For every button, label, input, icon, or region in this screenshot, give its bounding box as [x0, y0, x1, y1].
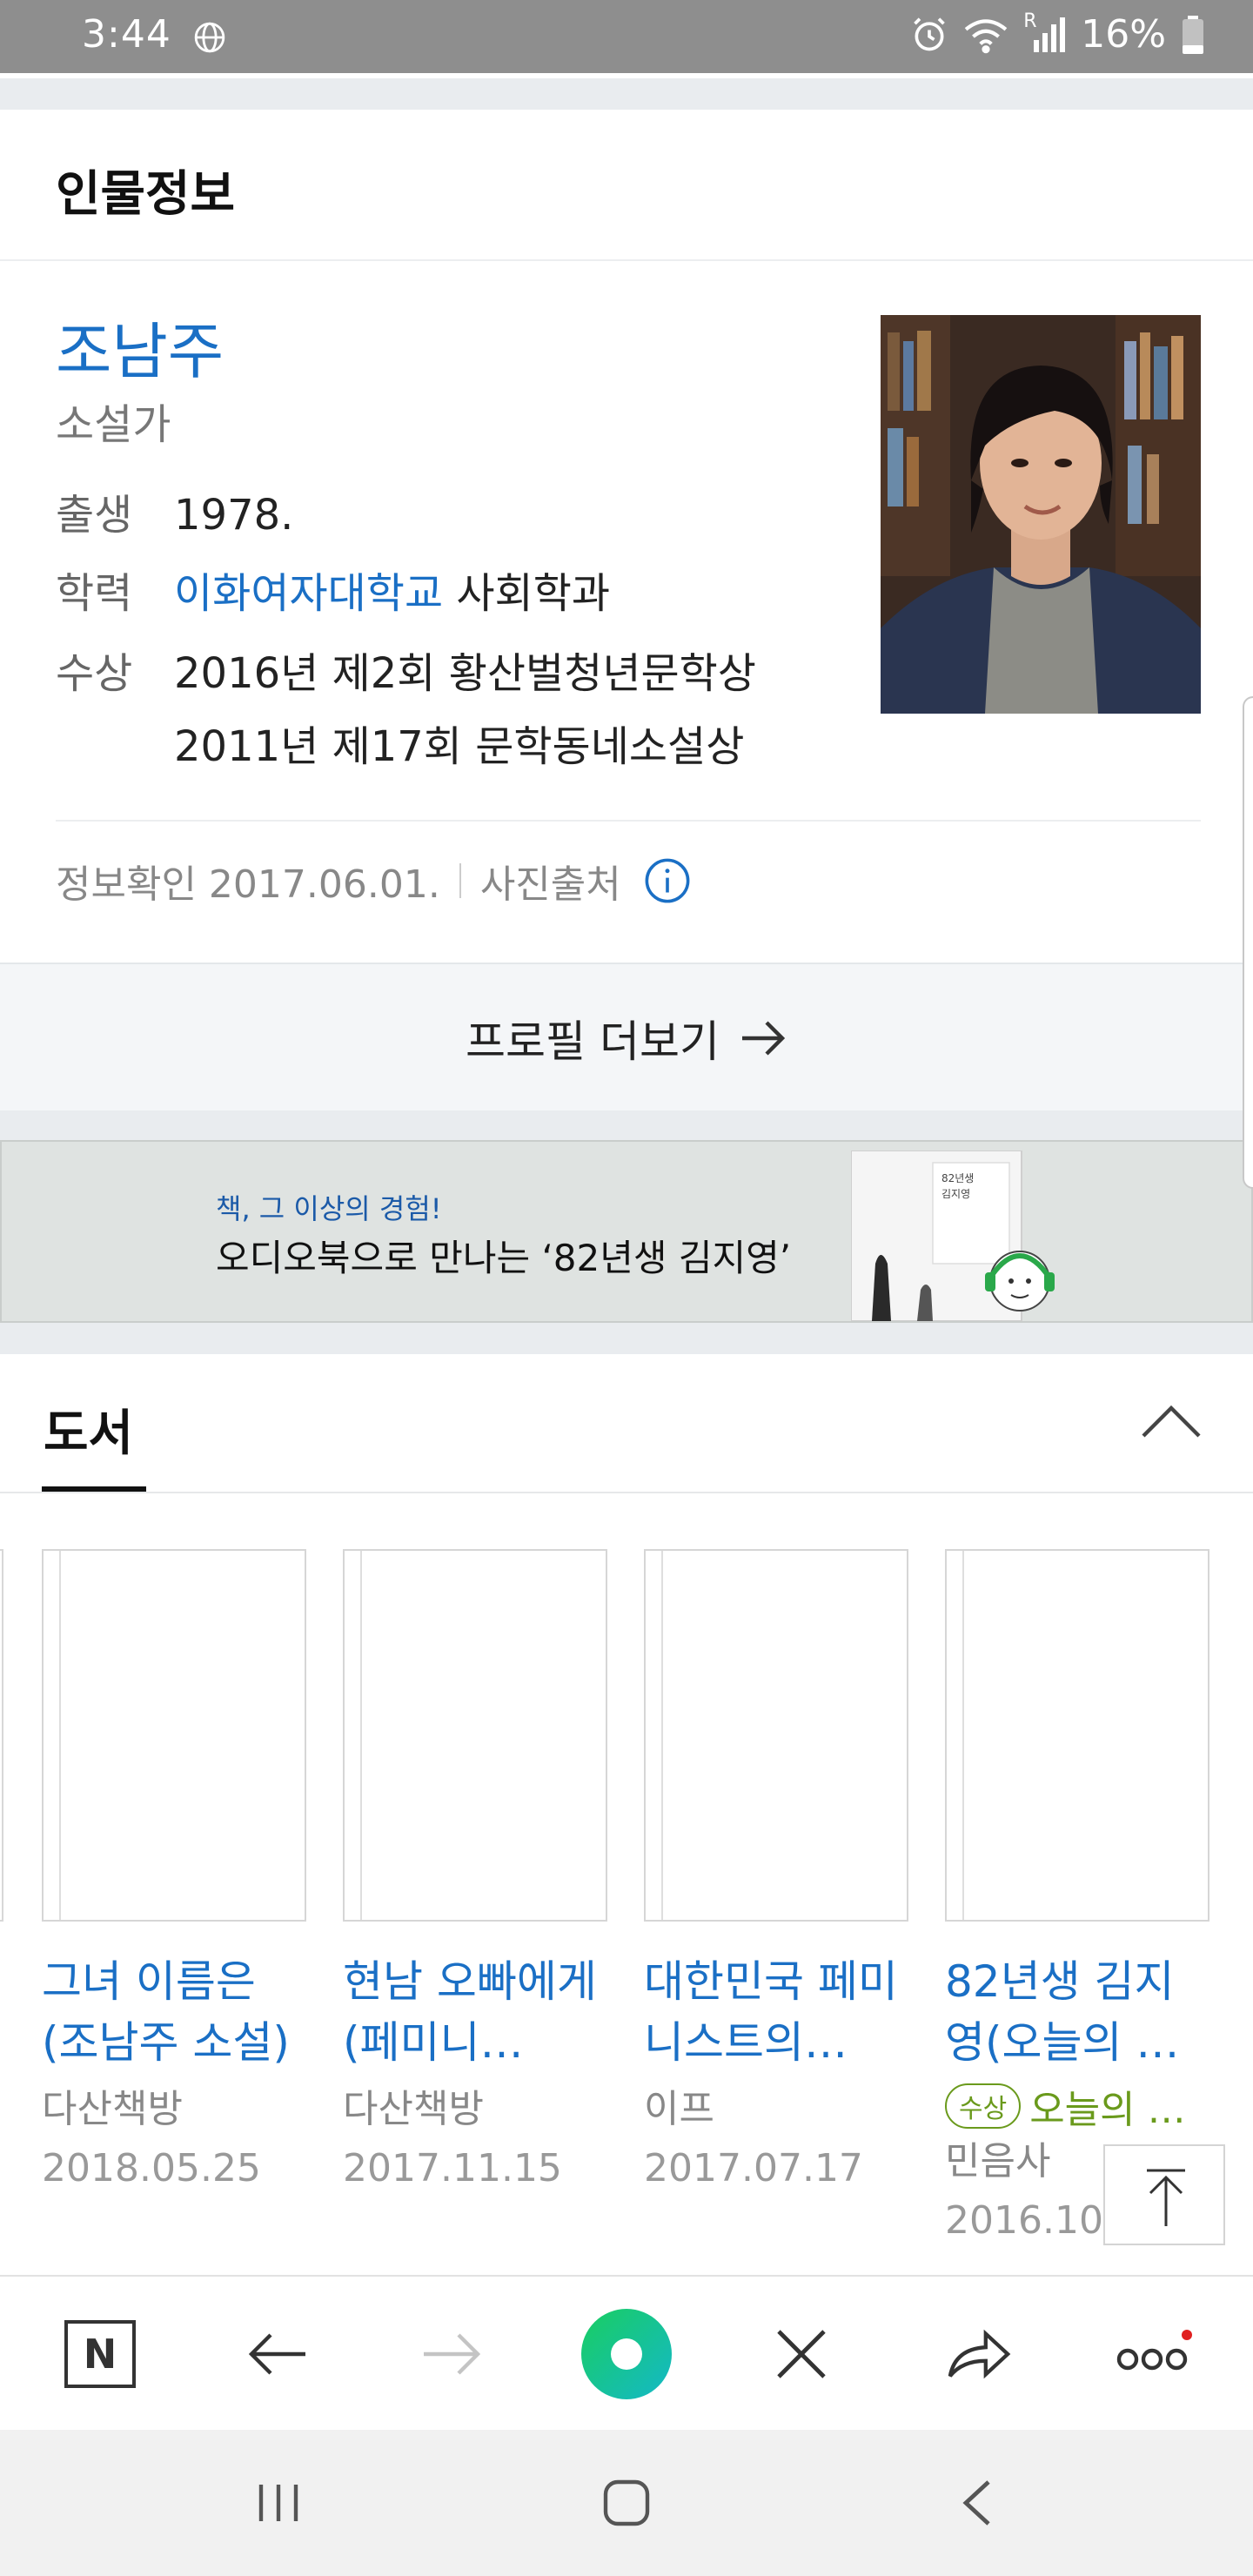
battery-percent: 16%	[1081, 12, 1166, 57]
awards-label: 수상	[56, 649, 133, 698]
meta-separator	[459, 863, 461, 898]
person-name[interactable]: 조남주	[56, 303, 224, 391]
education-label: 학력	[56, 569, 133, 618]
tab-active-underline	[42, 1486, 146, 1492]
book-card[interactable]: 그녀 이름은 (조남주 소설) 다산책방 2018.05.25	[42, 1549, 308, 2200]
photo-source: 사진출처	[479, 862, 621, 907]
book-title[interactable]: 그녀 이름은 (조남주 소설)	[42, 1951, 303, 2073]
more-menu-button[interactable]	[1105, 2277, 1201, 2432]
award-item: 2016년 제2회 황산벌청년문학상	[174, 649, 756, 698]
banner-book-author: 김지영	[941, 1188, 970, 1200]
page-top-gap	[0, 73, 1253, 110]
scroll-handle[interactable]	[1243, 696, 1253, 1189]
award-name: 오늘의 …	[1029, 2088, 1186, 2132]
home-button[interactable]	[583, 2430, 670, 2576]
award-item: 2011년 제17회 문학동네소설상	[174, 722, 745, 771]
award-row: 수상 오늘의 …	[945, 2078, 1206, 2134]
more-icon	[1116, 2330, 1192, 2371]
education-row: 학력 이화여자대학교 사회학과	[56, 557, 610, 630]
award-badge: 수상	[945, 2083, 1022, 2129]
status-bar: 3:44 R 16%	[0, 0, 1253, 73]
arrow-right-icon	[424, 2333, 481, 2375]
education-major: 사회학과	[456, 569, 611, 618]
naver-home-button[interactable]: N	[52, 2277, 148, 2432]
arrow-right-icon	[741, 1021, 786, 1056]
alarm-icon	[914, 17, 945, 50]
green-dot-button[interactable]	[574, 2277, 679, 2432]
recent-apps-icon	[258, 2485, 298, 2521]
person-occupation: 소설가	[56, 400, 171, 449]
book-publisher: 다산책방	[42, 2087, 183, 2131]
previous-book-edge	[0, 1549, 3, 1922]
globe-icon	[194, 22, 225, 53]
book-card[interactable]: 현남 오빠에게(페미니… 다산책방 2017.11.15	[343, 1549, 609, 2200]
banner-subtitle: 책, 그 이상의 경험!	[216, 1192, 442, 1225]
arrow-up-icon	[1147, 2169, 1185, 2226]
birth-value: 1978.	[174, 491, 294, 540]
book-cover[interactable]	[42, 1549, 306, 1922]
book-publisher: 다산책방	[343, 2087, 484, 2131]
battery-icon	[1183, 15, 1203, 54]
book-date: 2017.11.15	[343, 2146, 562, 2190]
book-cover[interactable]	[343, 1549, 607, 1922]
close-icon	[777, 2330, 826, 2378]
profile-divider	[56, 820, 1201, 822]
awards-row: 수상 2016년 제2회 황산벌청년문학상 2011년 제17회 문학동네소설상	[56, 637, 756, 783]
back-button[interactable]	[230, 2277, 325, 2432]
audiobook-banner[interactable]: 책, 그 이상의 경험! 오디오북으로 만나는 ‘82년생 김지영’ 82년생 …	[0, 1140, 1253, 1323]
section-gap	[0, 1110, 1253, 1140]
profile-card: 조남주 소설가 출생 1978. 학력 이화여자대학교 사회학과 수상 2016…	[0, 261, 1253, 963]
banner-title: 오디오북으로 만나는 ‘82년생 김지영’	[216, 1237, 792, 1279]
profile-section-title: 인물정보	[56, 166, 236, 223]
book-title[interactable]: 현남 오빠에게(페미니…	[343, 1951, 604, 2073]
banner-book-illustration: 82년생 김지영	[851, 1150, 1055, 1321]
profile-section-header: 인물정보	[0, 110, 1253, 261]
naver-icon: N	[64, 2320, 136, 2388]
more-profile-button[interactable]: 프로필 더보기	[0, 963, 1253, 1110]
book-publisher: 이프	[644, 2087, 714, 2131]
arrow-left-icon	[248, 2333, 305, 2375]
books-carousel[interactable]: 그녀 이름은 (조남주 소설) 다산책방 2018.05.25 현남 오빠에게(…	[0, 1493, 1253, 2277]
book-cover[interactable]	[644, 1549, 908, 1922]
profile-meta: 정보확인 2017.06.01. 사진출처	[56, 853, 691, 909]
birth-row: 출생 1978.	[56, 479, 293, 552]
system-navigation-bar	[0, 2430, 1253, 2576]
section-gap	[0, 1323, 1253, 1354]
book-card[interactable]: 대한민국 페미니스트의… 이프 2017.07.17	[644, 1549, 910, 2200]
book-cover[interactable]	[945, 1549, 1209, 1922]
chevron-left-icon	[962, 2480, 990, 2526]
more-profile-label: 프로필 더보기	[466, 1016, 720, 1067]
scroll-to-top-button[interactable]	[1103, 2144, 1225, 2245]
book-title[interactable]: 대한민국 페미니스트의…	[644, 1951, 905, 2073]
forward-button[interactable]	[404, 2277, 499, 2432]
chevron-up-icon[interactable]	[1140, 1401, 1203, 1443]
notification-dot	[1182, 2330, 1192, 2340]
book-date: 2018.05.25	[42, 2146, 261, 2190]
banner-book-title: 82년생	[941, 1172, 974, 1184]
tab-books[interactable]: 도서	[44, 1394, 133, 1465]
system-back-button[interactable]	[933, 2430, 1020, 2576]
share-button[interactable]	[931, 2277, 1027, 2432]
signal-icon: R	[1023, 10, 1066, 54]
green-dot-icon	[581, 2309, 672, 2399]
close-tab-button[interactable]	[754, 2277, 849, 2432]
home-icon	[603, 2479, 650, 2526]
info-checked-date: 정보확인 2017.06.01.	[56, 862, 440, 907]
book-title[interactable]: 82년생 김지영(오늘의 …	[945, 1951, 1206, 2073]
person-photo[interactable]	[881, 315, 1201, 714]
share-icon	[948, 2329, 1011, 2379]
browser-toolbar: N	[0, 2275, 1253, 2430]
book-date: 2017.07.17	[644, 2146, 863, 2190]
recent-apps-button[interactable]	[235, 2430, 322, 2576]
books-section-header: 도서	[0, 1354, 1253, 1493]
birth-label: 출생	[56, 491, 133, 540]
info-icon[interactable]	[644, 857, 691, 904]
education-school-link[interactable]: 이화여자대학교	[174, 569, 443, 618]
status-time: 3:44	[82, 12, 171, 57]
wifi-icon	[964, 18, 1008, 53]
